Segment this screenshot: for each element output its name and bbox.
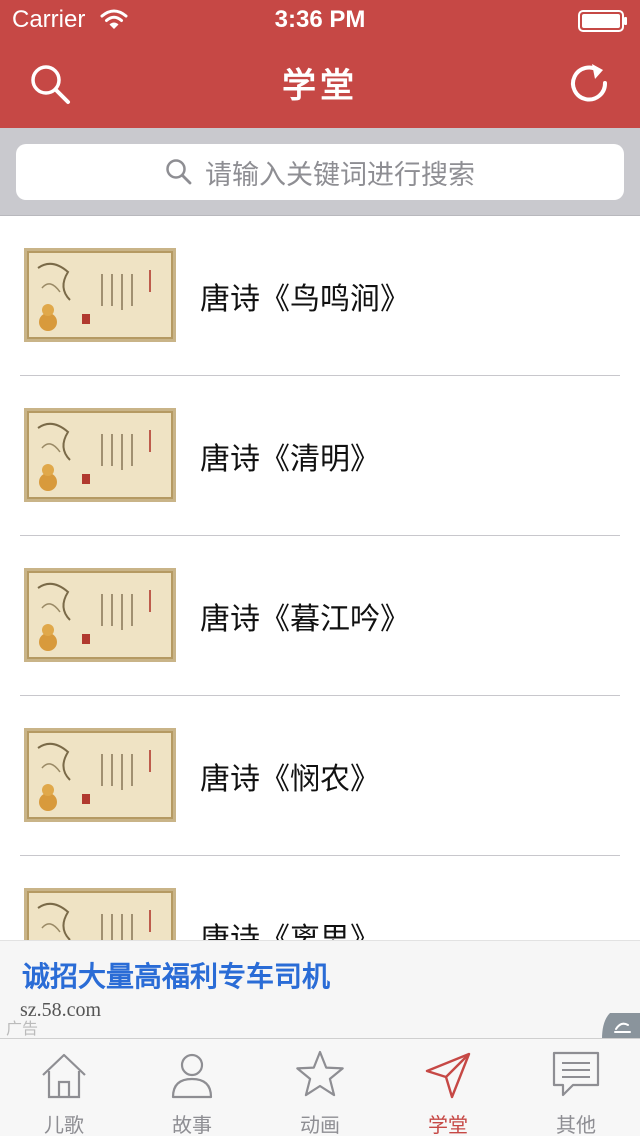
list-item[interactable]: 唐诗《离思》 (0, 856, 640, 940)
tab-label: 儿歌 (44, 1113, 84, 1136)
search-icon (166, 159, 192, 185)
message-icon (552, 1051, 600, 1097)
tab-label: 学堂 (428, 1113, 468, 1136)
poem-thumbnail (24, 728, 176, 822)
header: Carrier 3:36 PM 学堂 (0, 0, 640, 128)
ad-logo-icon (602, 1013, 640, 1039)
battery-icon (578, 10, 627, 32)
ad-title[interactable]: 诚招大量高福利专车司机 (22, 955, 330, 995)
search-placeholder: 请输入关键词进行搜索 (205, 159, 475, 191)
list-item-label: 唐诗《离思》 (200, 922, 380, 940)
tab-songs[interactable]: 儿歌 (0, 1039, 128, 1136)
app-screen: Carrier 3:36 PM 学堂 请输入关键词进行搜索 唐诗《鸟鸣涧》 唐诗… (0, 0, 640, 1136)
status-time: 3:36 PM (274, 6, 366, 33)
refresh-icon[interactable] (566, 60, 612, 106)
list-item[interactable]: 唐诗《鸟鸣涧》 (0, 216, 640, 376)
poem-thumbnail (24, 408, 176, 502)
tab-other[interactable]: 其他 (512, 1039, 640, 1136)
list-item-label: 唐诗《暮江吟》 (200, 602, 410, 637)
tab-bar: 儿歌 故事 动画 学堂 其他 (0, 1038, 640, 1136)
list-item[interactable]: 唐诗《悯农》 (0, 696, 640, 856)
list-item-label: 唐诗《清明》 (200, 442, 380, 477)
ad-tag: 广告 (6, 1019, 39, 1038)
star-icon (296, 1050, 344, 1097)
search-bar: 请输入关键词进行搜索 (0, 128, 640, 216)
poem-thumbnail (24, 248, 176, 342)
tab-animation[interactable]: 动画 (256, 1039, 384, 1136)
poem-thumbnail (24, 888, 176, 940)
status-bar: Carrier 3:36 PM (0, 0, 640, 40)
tab-label: 其他 (556, 1113, 596, 1136)
person-icon (171, 1053, 213, 1099)
page-title: 学堂 (282, 66, 358, 106)
search-input[interactable]: 请输入关键词进行搜索 (16, 144, 624, 200)
poem-list: 唐诗《鸟鸣涧》 唐诗《清明》 唐诗《暮江吟》 唐诗《悯农》 唐诗《离思》 (0, 216, 640, 940)
poem-thumbnail (24, 568, 176, 662)
list-item-label: 唐诗《鸟鸣涧》 (200, 282, 410, 317)
nav-bar: 学堂 (0, 40, 640, 128)
list-item-label: 唐诗《悯农》 (200, 762, 380, 797)
navigation-arrow-icon (425, 1052, 471, 1099)
tab-label: 故事 (172, 1113, 212, 1136)
tab-label: 动画 (300, 1113, 340, 1136)
tab-stories[interactable]: 故事 (128, 1039, 256, 1136)
tab-school[interactable]: 学堂 (384, 1039, 512, 1136)
list-item[interactable]: 唐诗《暮江吟》 (0, 536, 640, 696)
list-item[interactable]: 唐诗《清明》 (0, 376, 640, 536)
ad-banner[interactable]: 诚招大量高福利专车司机 sz.58.com 广告 (0, 940, 640, 1039)
house-icon (42, 1053, 86, 1099)
